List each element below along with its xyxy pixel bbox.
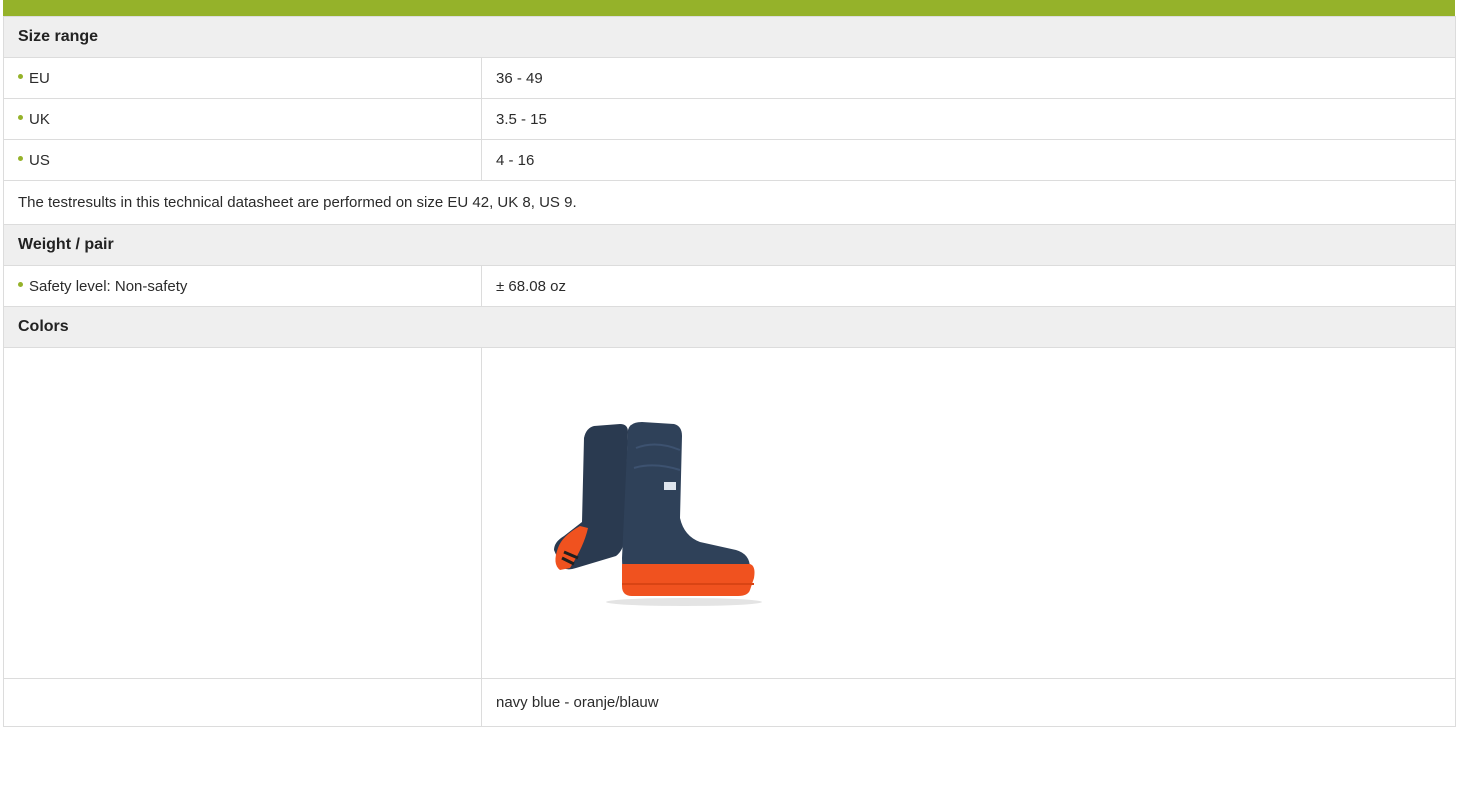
row-value: 36 - 49 (481, 57, 1456, 99)
row-value: 3.5 - 15 (481, 98, 1456, 140)
table-row: EU 36 - 49 (3, 57, 1456, 99)
row-label-text: US (29, 151, 50, 169)
row-label-text: EU (29, 69, 50, 87)
bullet-icon (18, 282, 23, 288)
rubber-boots-image (524, 418, 764, 608)
row-label-text: UK (29, 110, 50, 128)
empty-cell (3, 347, 482, 679)
size-note: The testresults in this technical datash… (3, 180, 1456, 225)
color-caption: navy blue - oranje/blauw (481, 678, 1456, 727)
section-header-size-range: Size range (3, 16, 1456, 58)
section-header-colors: Colors (3, 306, 1456, 348)
color-image-cell (481, 347, 1456, 679)
color-caption-row: navy blue - oranje/blauw (3, 678, 1456, 727)
datasheet-page: Size range EU 36 - 49 UK 3.5 - 15 US 4 -… (3, 0, 1456, 804)
accent-top-bar (3, 0, 1455, 16)
spec-table: Size range EU 36 - 49 UK 3.5 - 15 US 4 -… (3, 16, 1456, 727)
bullet-icon (18, 115, 23, 121)
row-value: ± 68.08 oz (481, 265, 1456, 307)
color-image-row (3, 347, 1456, 679)
section-title: Size range (3, 16, 1456, 58)
row-label: EU (3, 57, 482, 99)
table-row: US 4 - 16 (3, 139, 1456, 181)
empty-cell (3, 678, 482, 727)
section-title: Weight / pair (3, 224, 1456, 266)
row-label: UK (3, 98, 482, 140)
table-row: Safety level: Non-safety ± 68.08 oz (3, 265, 1456, 307)
row-label: US (3, 139, 482, 181)
table-row: UK 3.5 - 15 (3, 98, 1456, 140)
row-label-text: Safety level: Non-safety (29, 277, 188, 295)
row-label: Safety level: Non-safety (3, 265, 482, 307)
size-note-row: The testresults in this technical datash… (3, 180, 1456, 225)
bullet-icon (18, 156, 23, 162)
section-header-weight: Weight / pair (3, 224, 1456, 266)
row-value: 4 - 16 (481, 139, 1456, 181)
bullet-icon (18, 74, 23, 80)
section-title: Colors (3, 306, 1456, 348)
